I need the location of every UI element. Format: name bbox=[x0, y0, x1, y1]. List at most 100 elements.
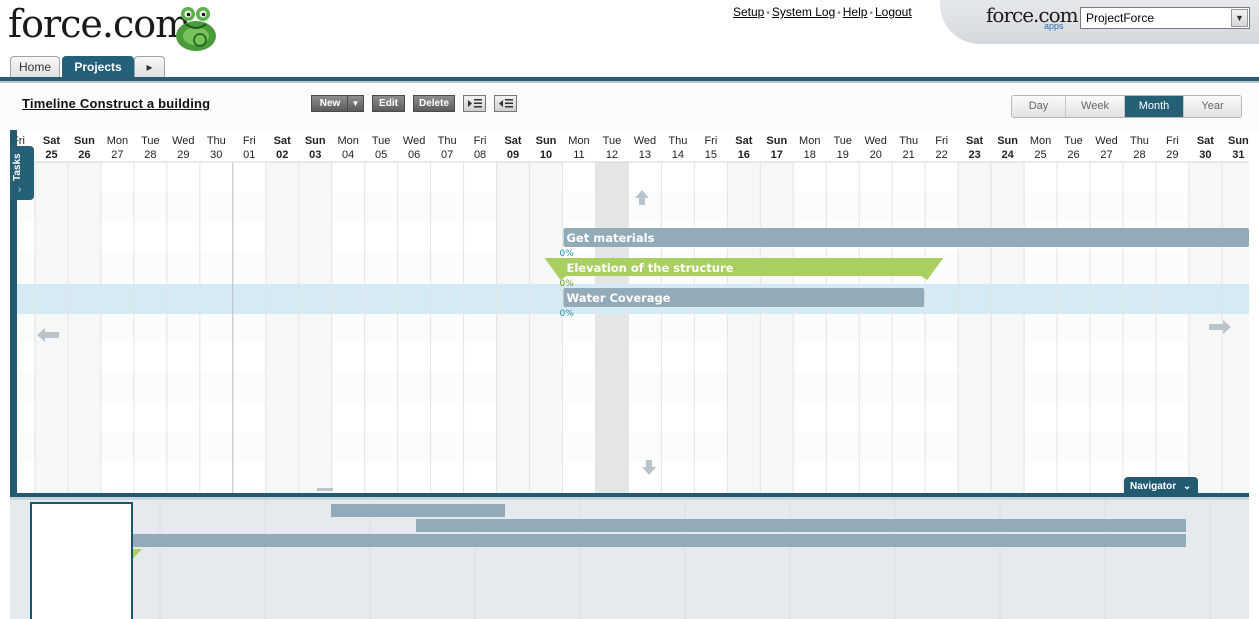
navigator-task-bar bbox=[331, 504, 505, 517]
day-of-week-label: Tue bbox=[1064, 135, 1083, 147]
edit-button[interactable]: Edit bbox=[372, 95, 405, 112]
day-of-week-label: Sat bbox=[1197, 135, 1214, 147]
task-bar-label[interactable]: Elevation of the structure bbox=[566, 261, 733, 275]
day-number-label: 28 bbox=[1133, 149, 1145, 161]
navigator-label: Navigator bbox=[1130, 481, 1177, 492]
view-week-button[interactable]: Week bbox=[1066, 96, 1125, 117]
day-of-week-label: Thu bbox=[899, 135, 918, 147]
new-dropdown-chevron-icon[interactable]: ▼ bbox=[347, 95, 364, 112]
resize-grip-icon[interactable] bbox=[317, 488, 333, 491]
navigator-task-bar bbox=[88, 534, 1186, 547]
day-number-label: 24 bbox=[1001, 149, 1014, 161]
tasks-side-tab-label: Tasks bbox=[12, 153, 23, 181]
timeline-row bbox=[17, 312, 1249, 342]
day-of-week-label: Sun bbox=[997, 135, 1018, 147]
app-selector[interactable]: ProjectForce ▼ bbox=[1080, 7, 1250, 29]
day-number-label: 15 bbox=[705, 149, 717, 161]
day-number-label: 25 bbox=[45, 149, 57, 161]
weekend-column bbox=[265, 162, 299, 493]
view-day-button[interactable]: Day bbox=[1012, 96, 1066, 117]
force-apps-logo-sub: apps bbox=[1044, 21, 1064, 31]
day-of-week-label: Mon bbox=[1030, 135, 1051, 147]
day-of-week-label: Sun bbox=[74, 135, 95, 147]
day-of-week-label: Sat bbox=[43, 135, 60, 147]
tab-more-arrow[interactable]: ▸ bbox=[134, 56, 165, 78]
day-number-label: 22 bbox=[936, 149, 948, 161]
tab-projects[interactable]: Projects bbox=[62, 56, 134, 78]
chevron-right-icon[interactable]: › bbox=[18, 184, 21, 195]
day-of-week-label: Mon bbox=[107, 135, 128, 147]
outdent-icon[interactable] bbox=[494, 95, 517, 112]
timeline-row bbox=[17, 342, 1249, 372]
day-number-label: 20 bbox=[870, 149, 882, 161]
day-of-week-label: Thu bbox=[668, 135, 687, 147]
day-number-label: 16 bbox=[738, 149, 750, 161]
day-of-week-label: Mon bbox=[568, 135, 589, 147]
navigator-viewport-window[interactable] bbox=[30, 502, 133, 619]
indent-icon[interactable] bbox=[463, 95, 486, 112]
timeline-row bbox=[17, 162, 1249, 192]
timeline-row bbox=[17, 432, 1249, 462]
view-month-button[interactable]: Month bbox=[1125, 96, 1184, 117]
day-number-label: 07 bbox=[441, 149, 453, 161]
help-link[interactable]: Help bbox=[843, 5, 868, 19]
weekend-column bbox=[298, 162, 332, 493]
day-of-week-label: Wed bbox=[172, 135, 194, 147]
day-number-label: 26 bbox=[78, 149, 90, 161]
day-number-label: 25 bbox=[1034, 149, 1046, 161]
app-selector-value: ProjectForce bbox=[1086, 11, 1155, 25]
day-number-label: 17 bbox=[771, 149, 783, 161]
weekend-column bbox=[67, 162, 101, 493]
navigator-task-bar bbox=[416, 519, 1186, 532]
link-separator: • bbox=[837, 8, 841, 19]
logout-link[interactable]: Logout bbox=[875, 5, 912, 19]
weekend-column bbox=[727, 162, 761, 493]
day-number-label: 19 bbox=[837, 149, 849, 161]
day-of-week-label: Fri bbox=[1166, 135, 1179, 147]
day-of-week-label: Sun bbox=[536, 135, 557, 147]
weekend-column bbox=[34, 162, 68, 493]
timeline-row bbox=[17, 192, 1249, 222]
view-year-button[interactable]: Year bbox=[1184, 96, 1241, 117]
force-logo[interactable]: force.com bbox=[8, 2, 191, 46]
day-number-label: 12 bbox=[606, 149, 618, 161]
task-progress-label: 0% bbox=[559, 249, 574, 259]
task-bar-label[interactable]: Water Coverage bbox=[566, 291, 670, 305]
day-number-label: 27 bbox=[111, 149, 123, 161]
weekend-column bbox=[496, 162, 530, 493]
view-switcher: Day Week Month Year bbox=[1011, 95, 1242, 118]
today-column bbox=[595, 162, 629, 493]
navigator-overview bbox=[54, 500, 1211, 619]
day-number-label: 09 bbox=[507, 149, 519, 161]
task-bar-label[interactable]: Get materials bbox=[566, 231, 654, 245]
day-of-week-label: Sun bbox=[766, 135, 787, 147]
day-number-label: 26 bbox=[1067, 149, 1079, 161]
tab-home[interactable]: Home bbox=[10, 56, 60, 78]
timeline-row bbox=[17, 402, 1249, 432]
day-number-label: 21 bbox=[903, 149, 915, 161]
chevron-down-icon: ⌄ bbox=[1182, 481, 1192, 492]
day-of-week-label: Sun bbox=[1228, 135, 1249, 147]
system-log-link[interactable]: System Log bbox=[772, 5, 835, 19]
weekend-column bbox=[760, 162, 794, 493]
day-of-week-label: Thu bbox=[207, 135, 226, 147]
weekend-column bbox=[529, 162, 563, 493]
chevron-down-icon[interactable]: ▼ bbox=[1231, 9, 1248, 27]
delete-button[interactable]: Delete bbox=[413, 95, 455, 112]
day-of-week-label: Tue bbox=[141, 135, 160, 147]
day-number-label: 29 bbox=[177, 149, 189, 161]
setup-link[interactable]: Setup bbox=[733, 5, 764, 19]
weekend-column bbox=[991, 162, 1025, 493]
day-number-label: 31 bbox=[1232, 149, 1244, 161]
day-of-week-label: Mon bbox=[337, 135, 358, 147]
navigator-tab[interactable]: Navigator ⌄ bbox=[1124, 477, 1198, 496]
day-number-label: 05 bbox=[375, 149, 387, 161]
day-number-label: 03 bbox=[309, 149, 321, 161]
page-title[interactable]: Timeline Construct a building bbox=[22, 96, 210, 111]
new-button[interactable]: New bbox=[311, 95, 349, 112]
day-number-label: 29 bbox=[1166, 149, 1178, 161]
day-of-week-label: Sat bbox=[504, 135, 521, 147]
day-of-week-label: Fri bbox=[474, 135, 487, 147]
task-bar[interactable] bbox=[563, 228, 1249, 247]
day-number-label: 01 bbox=[243, 149, 255, 161]
